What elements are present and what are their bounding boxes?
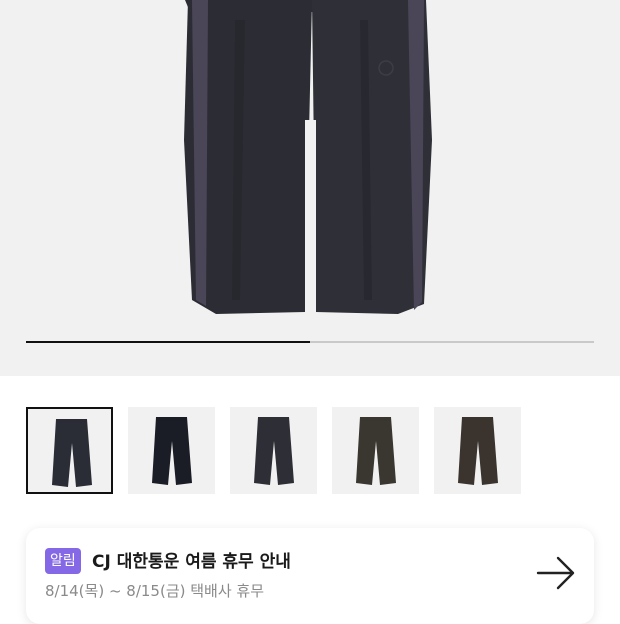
- notice-title: CJ 대한통운 여름 휴무 안내: [92, 552, 291, 572]
- arrow-right-icon[interactable]: [536, 556, 576, 590]
- navy-track-pants-thumbnail[interactable]: [26, 407, 113, 494]
- notice-subtitle: 8/14(목) ~ 8/15(금) 택배사 휴무: [45, 582, 265, 600]
- dark-brown-track-pants-thumbnail[interactable]: [434, 407, 521, 494]
- gallery-progress-track: [26, 341, 594, 343]
- notice-banner[interactable]: 알림 CJ 대한통운 여름 휴무 안내 8/14(목) ~ 8/15(금) 택배…: [26, 528, 594, 624]
- track-pants-image: [184, 0, 432, 314]
- charcoal-track-pants-thumbnail[interactable]: [230, 407, 317, 494]
- product-main-image[interactable]: [0, 0, 620, 376]
- black-track-pants-thumbnail[interactable]: [128, 407, 215, 494]
- gallery-progress-fill: [26, 341, 310, 343]
- notice-badge: 알림: [45, 548, 81, 574]
- brown-track-pants-thumbnail[interactable]: [332, 407, 419, 494]
